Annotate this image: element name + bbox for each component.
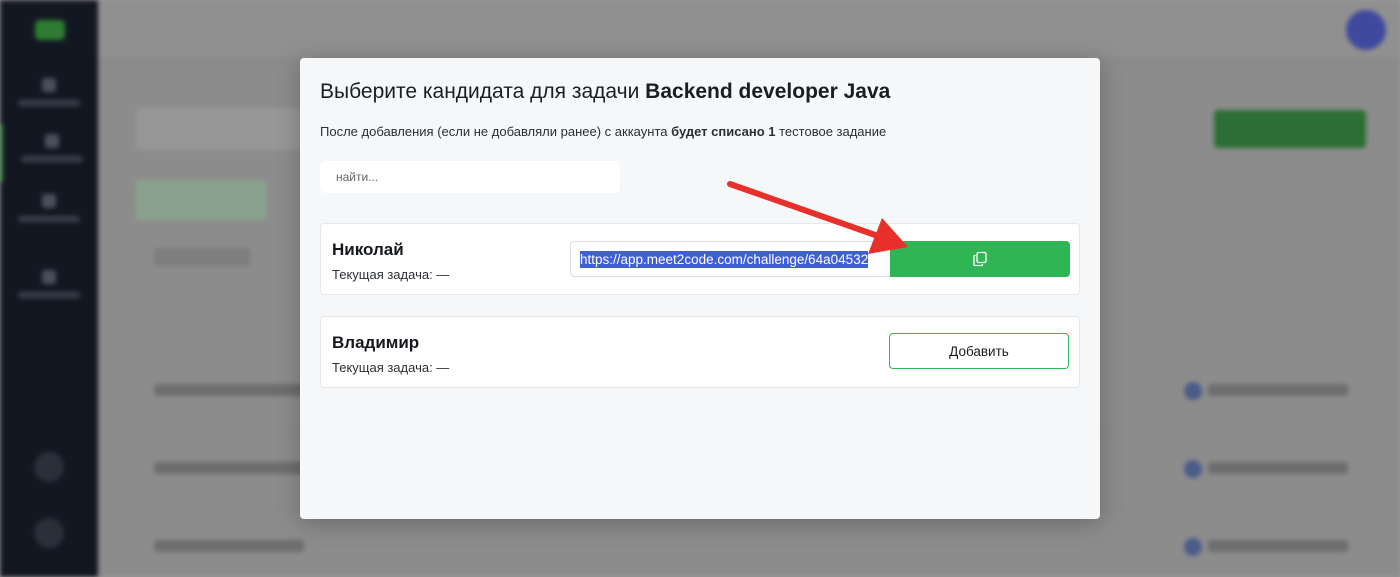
app-logo xyxy=(35,20,65,40)
modal-title-prefix: Выберите кандидата для задачи xyxy=(320,80,640,103)
modal-title: Выберите кандидата для задачи Backend de… xyxy=(320,80,890,104)
subtitle-after: тестовое задание xyxy=(779,124,887,139)
bg-filter xyxy=(154,248,250,266)
modal-subtitle: После добавления (если не добавляли ране… xyxy=(320,124,886,139)
candidate-current-task: Текущая задача: — xyxy=(332,360,450,375)
candidate-current-task: Текущая задача: — xyxy=(332,267,450,282)
sidebar-item xyxy=(0,184,98,242)
candidate-card: Владимир Текущая задача: — Добавить xyxy=(320,316,1080,388)
candidate-card: Николай Текущая задача: — https://app.me… xyxy=(320,223,1080,295)
bg-table-row xyxy=(136,510,1362,577)
bg-tab xyxy=(136,180,266,220)
copy-icon xyxy=(973,251,987,267)
subtitle-bold: будет списано 1 xyxy=(671,124,776,139)
avatar xyxy=(1346,10,1386,50)
sidebar-item xyxy=(0,68,98,126)
candidate-search-input[interactable] xyxy=(320,161,620,193)
challenge-link-group: https://app.meet2code.com/challenge/64a0… xyxy=(570,241,1070,277)
topbar xyxy=(98,0,1400,60)
copy-link-button[interactable] xyxy=(890,241,1070,277)
sidebar-circle xyxy=(34,452,64,482)
sidebar-item-active xyxy=(0,124,98,182)
subtitle-before: После добавления (если не добавляли ране… xyxy=(320,124,668,139)
challenge-link-text: https://app.meet2code.com/challenge/64a0… xyxy=(580,251,869,268)
candidate-name: Николай xyxy=(332,240,404,259)
sidebar xyxy=(0,0,98,577)
sidebar-circle xyxy=(34,518,64,548)
challenge-link-field[interactable]: https://app.meet2code.com/challenge/64a0… xyxy=(570,241,892,277)
sidebar-item xyxy=(0,260,98,318)
add-candidate-button[interactable]: Добавить xyxy=(889,333,1069,369)
select-candidate-modal: Выберите кандидата для задачи Backend de… xyxy=(300,58,1100,519)
modal-title-task: Backend developer Java xyxy=(645,80,891,103)
bg-create-button xyxy=(1214,110,1366,148)
candidate-name: Владимир xyxy=(332,333,420,352)
